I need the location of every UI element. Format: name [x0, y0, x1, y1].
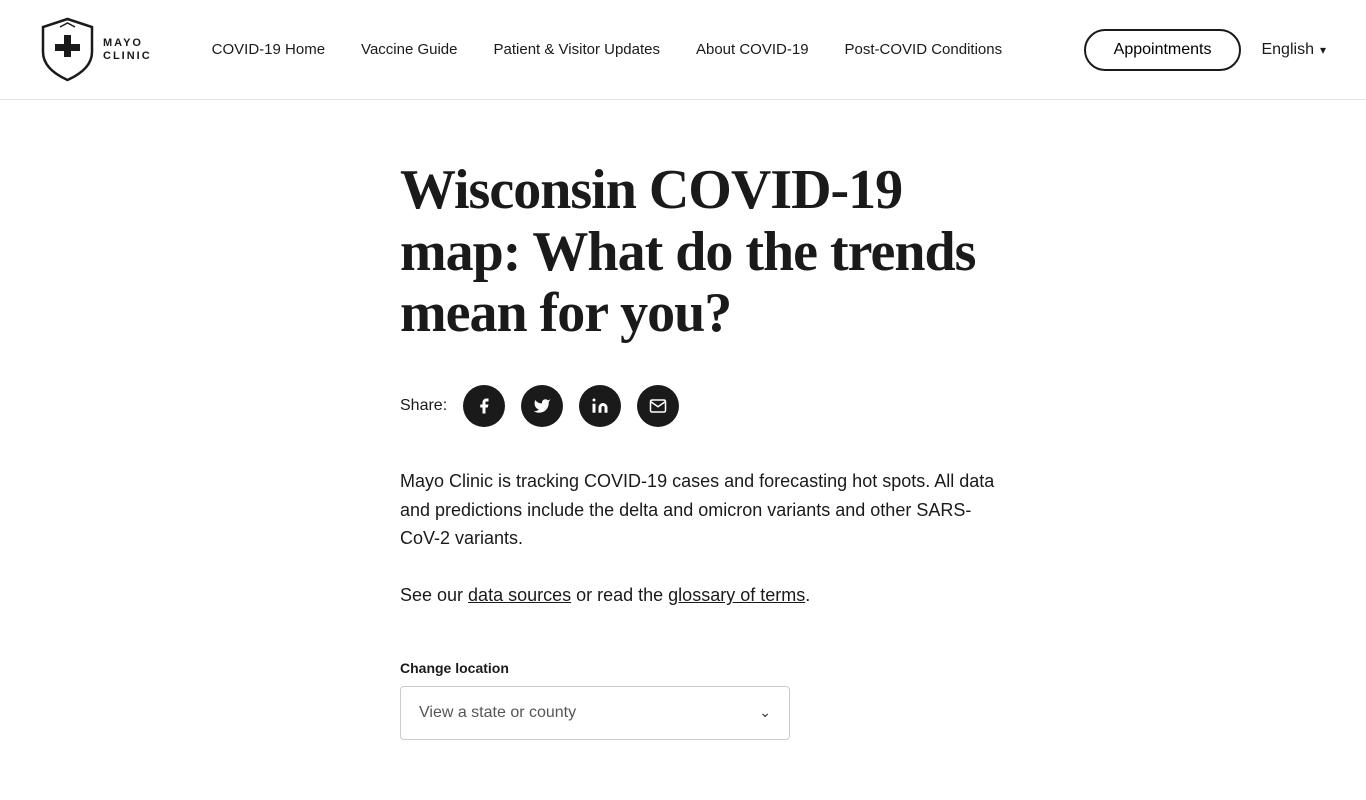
facebook-icon — [475, 397, 493, 415]
see-our-middle: or read the — [571, 585, 668, 605]
main-content: Wisconsin COVID-19 map: What do the tren… — [0, 100, 1366, 800]
linkedin-icon — [591, 397, 609, 415]
location-dropdown[interactable]: View a state or county ⌄ — [400, 686, 790, 740]
description-text: Mayo Clinic is tracking COVID-19 cases a… — [400, 467, 1000, 553]
dropdown-chevron-icon: ⌄ — [759, 704, 771, 721]
see-our-text: See our data sources or read the glossar… — [400, 581, 1000, 610]
nav-item-about-covid[interactable]: About COVID-19 — [696, 41, 809, 58]
site-header: MAYO CLINIC COVID-19 Home Vaccine Guide … — [0, 0, 1366, 100]
language-label: English — [1261, 41, 1313, 59]
twitter-icon — [533, 397, 551, 415]
data-sources-link[interactable]: data sources — [468, 585, 571, 605]
main-nav: COVID-19 Home Vaccine Guide Patient & Vi… — [212, 41, 1084, 58]
logo-shield-icon — [40, 17, 95, 82]
change-location-label: Change location — [400, 660, 1000, 676]
appointments-button[interactable]: Appointments — [1084, 29, 1242, 71]
page-title: Wisconsin COVID-19 map: What do the tren… — [400, 160, 1000, 345]
email-icon — [649, 397, 667, 415]
logo[interactable]: MAYO CLINIC — [40, 17, 152, 82]
nav-item-vaccine-guide[interactable]: Vaccine Guide — [361, 41, 457, 58]
see-our-suffix: . — [805, 585, 810, 605]
share-row: Share: — [400, 385, 1000, 427]
share-facebook-button[interactable] — [463, 385, 505, 427]
see-our-prefix: See our — [400, 585, 468, 605]
share-linkedin-button[interactable] — [579, 385, 621, 427]
chevron-down-icon: ▾ — [1320, 43, 1326, 57]
logo-text: MAYO CLINIC — [103, 37, 152, 61]
share-twitter-button[interactable] — [521, 385, 563, 427]
change-location-section: Change location View a state or county ⌄ — [400, 660, 1000, 740]
share-email-button[interactable] — [637, 385, 679, 427]
glossary-link[interactable]: glossary of terms — [668, 585, 805, 605]
nav-item-patient-visitor[interactable]: Patient & Visitor Updates — [494, 41, 660, 58]
nav-item-post-covid[interactable]: Post-COVID Conditions — [845, 41, 1003, 58]
language-selector[interactable]: English ▾ — [1261, 41, 1326, 59]
header-right: Appointments English ▾ — [1084, 29, 1326, 71]
share-label: Share: — [400, 397, 447, 415]
dropdown-placeholder-text: View a state or county — [419, 704, 576, 722]
nav-item-covid-home[interactable]: COVID-19 Home — [212, 41, 325, 58]
